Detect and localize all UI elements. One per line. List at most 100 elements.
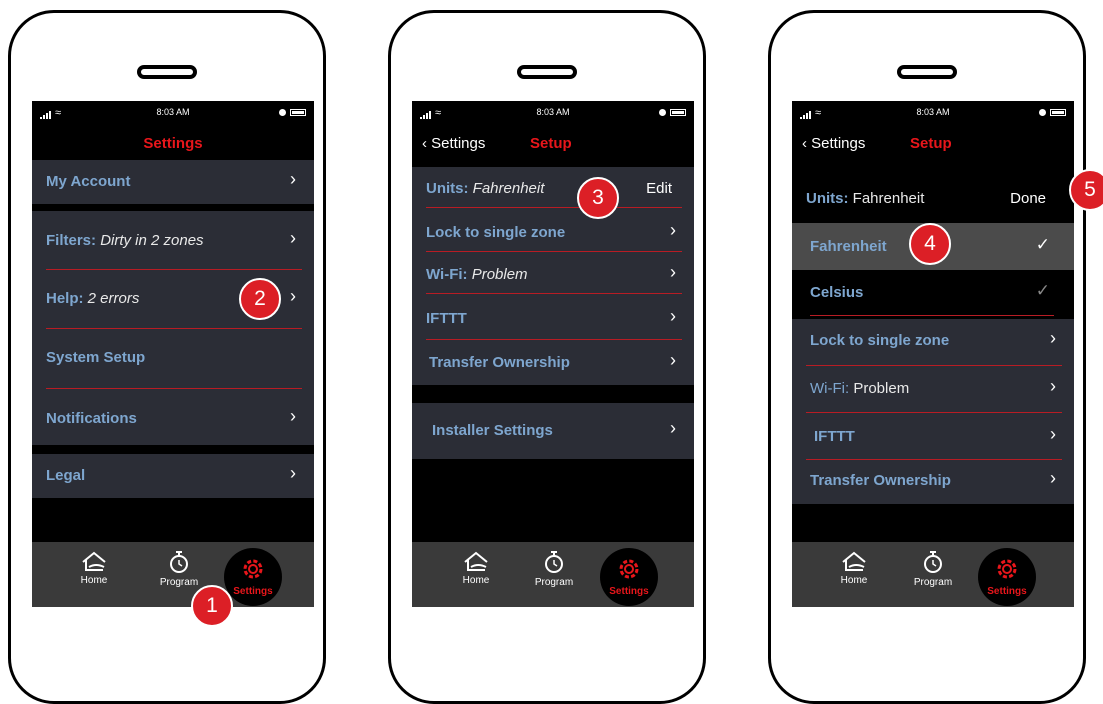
row-value: Fahrenheit: [472, 180, 545, 197]
tab-bar: Home Program Settings: [792, 542, 1074, 607]
tab-settings[interactable]: Settings: [600, 548, 658, 606]
row-label: Help: 2 errors: [46, 290, 139, 307]
speaker-slot: [137, 65, 197, 79]
row-label: Lock to single zone: [810, 332, 950, 349]
battery-icon: [279, 107, 306, 117]
tab-bar: Home Program Settings: [412, 542, 694, 607]
divider: [46, 388, 302, 389]
nav-bar: ‹ Settings Setup: [412, 135, 694, 155]
done-button[interactable]: Done: [1010, 190, 1046, 207]
timer-icon: [170, 551, 188, 573]
phone-setup: ≈ 8:03 AM ‹ Settings Setup Units: Fahren…: [388, 10, 706, 704]
timer-icon: [545, 551, 563, 573]
row-installer[interactable]: Installer Settings ›: [412, 409, 694, 453]
phone-units-edit: ≈ 8:03 AM ‹ Settings Setup Units: Fahren…: [768, 10, 1103, 704]
divider: [426, 293, 682, 294]
row-key: Help:: [46, 290, 84, 307]
tab-label: Home: [462, 575, 490, 586]
row-my-account[interactable]: My Account ›: [32, 160, 314, 204]
row-ifttt[interactable]: IFTTT ›: [792, 415, 1074, 459]
row-filters[interactable]: Filters: Dirty in 2 zones ›: [32, 219, 314, 263]
screen: ≈ 8:03 AM Settings My Account › Filters:…: [32, 101, 314, 607]
tab-program[interactable]: Program: [904, 550, 962, 588]
row-wifi[interactable]: Wi-Fi: Problem ›: [792, 367, 1074, 411]
chevron-right-icon: ›: [670, 350, 676, 370]
row-notifications[interactable]: Notifications ›: [32, 397, 314, 441]
row-label: Wi-Fi: Problem: [426, 266, 528, 283]
row-ifttt[interactable]: IFTTT ›: [412, 297, 694, 341]
chevron-right-icon: ›: [670, 262, 676, 282]
row-label: Lock to single zone: [426, 224, 566, 241]
row-label: Units: Fahrenheit: [806, 190, 924, 207]
tab-settings[interactable]: Settings: [224, 548, 282, 606]
chevron-right-icon: ›: [1050, 328, 1056, 348]
option-label: Celsius: [810, 284, 864, 301]
row-key: Wi-Fi:: [426, 266, 468, 283]
status-bar: ≈ 8:03 AM: [792, 101, 1074, 123]
edit-button[interactable]: Edit: [646, 180, 672, 197]
tab-program[interactable]: Program: [150, 550, 208, 588]
row-label: Legal: [46, 467, 86, 484]
back-button[interactable]: ‹ Settings: [802, 135, 865, 152]
group-setup: Units: Fahrenheit Edit Lock to single zo…: [412, 167, 694, 385]
group-account: My Account ›: [32, 160, 314, 204]
back-button[interactable]: ‹ Settings: [422, 135, 485, 152]
checkmark-icon: ✓: [1035, 281, 1050, 300]
row-lock-zone[interactable]: Lock to single zone ›: [412, 211, 694, 255]
group-legal: Legal ›: [32, 454, 314, 498]
tab-label: Program: [159, 577, 199, 588]
divider: [426, 207, 682, 208]
row-legal[interactable]: Legal ›: [32, 454, 314, 498]
group-installer: Installer Settings ›: [412, 403, 694, 459]
divider: [46, 269, 302, 270]
option-label: Fahrenheit: [810, 238, 887, 255]
status-time: 8:03 AM: [156, 107, 190, 117]
tab-label: Home: [840, 575, 868, 586]
status-time: 8:03 AM: [536, 107, 570, 117]
row-transfer[interactable]: Transfer Ownership ›: [412, 341, 694, 385]
checkmark-icon: ✓: [1035, 235, 1050, 254]
row-transfer[interactable]: Transfer Ownership ›: [792, 459, 1074, 503]
tab-home[interactable]: Home: [65, 550, 123, 586]
battery-icon: [659, 107, 686, 117]
row-key: Units:: [426, 180, 469, 197]
row-label: Units: Fahrenheit: [426, 180, 544, 197]
row-lock-zone[interactable]: Lock to single zone ›: [792, 319, 1074, 363]
tab-home[interactable]: Home: [825, 550, 883, 586]
row-label: Notifications: [46, 410, 137, 427]
group-setup: Lock to single zone › Wi-Fi: Problem › I…: [792, 319, 1074, 504]
nav-bar: ‹ Settings Setup: [792, 135, 1074, 155]
chevron-right-icon: ›: [670, 418, 676, 438]
tab-home[interactable]: Home: [447, 550, 505, 586]
chevron-right-icon: ›: [1050, 376, 1056, 396]
row-label: Installer Settings: [432, 422, 553, 439]
row-system-setup[interactable]: System Setup: [32, 336, 314, 380]
tab-settings[interactable]: Settings: [978, 548, 1036, 606]
tab-label: Program: [534, 577, 574, 588]
option-celsius[interactable]: Celsius ✓: [792, 271, 1074, 315]
page-title: Settings: [143, 135, 203, 152]
row-key: Filters:: [46, 232, 97, 249]
back-label: Settings: [431, 135, 486, 152]
divider: [806, 412, 1062, 413]
chevron-right-icon: ›: [290, 406, 296, 426]
row-value: Fahrenheit: [852, 190, 925, 207]
step-badge-4: 4: [909, 223, 951, 265]
timer-icon: [924, 551, 942, 573]
divider: [426, 251, 682, 252]
tab-program[interactable]: Program: [525, 550, 583, 588]
chevron-right-icon: ›: [1050, 424, 1056, 444]
chevron-right-icon: ›: [670, 220, 676, 240]
row-key: Units:: [806, 190, 849, 207]
chevron-right-icon: ›: [290, 286, 296, 306]
page-title: Setup: [910, 135, 952, 152]
row-label: System Setup: [46, 349, 146, 366]
row-units: Units: Fahrenheit Edit: [412, 167, 694, 211]
row-units: Units: Fahrenheit Done: [792, 177, 1074, 221]
row-wifi[interactable]: Wi-Fi: Problem ›: [412, 253, 694, 297]
chevron-right-icon: ›: [290, 463, 296, 483]
status-bar: ≈ 8:03 AM: [412, 101, 694, 123]
status-bar: ≈ 8:03 AM: [32, 101, 314, 123]
tab-label: Settings: [609, 586, 649, 597]
tab-bar: Home Program Settings: [32, 542, 314, 607]
